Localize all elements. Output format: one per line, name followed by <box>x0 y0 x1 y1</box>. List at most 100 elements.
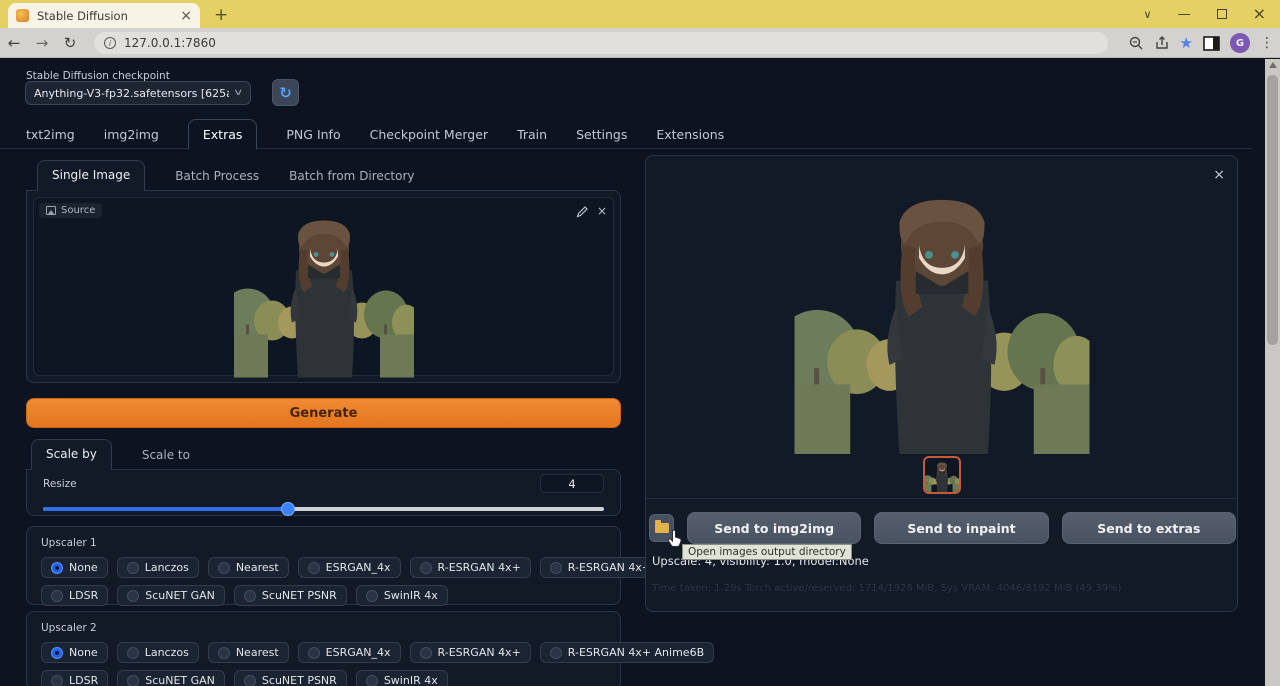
gallery-thumbnail-selected[interactable] <box>923 456 961 494</box>
bookmark-star-icon[interactable]: ★ <box>1180 34 1193 52</box>
edit-pencil-icon[interactable] <box>576 205 589 218</box>
favicon-icon <box>16 9 29 22</box>
tab-extras[interactable]: Extras <box>188 119 258 150</box>
send-to-img2img-button[interactable]: Send to img2img <box>687 512 861 544</box>
tab-train[interactable]: Train <box>517 127 547 142</box>
reload-icon[interactable]: ↻ <box>56 34 84 52</box>
upscaler2-option-ldsr[interactable]: LDSR <box>41 670 108 686</box>
chevron-down-icon: ∨ <box>233 88 244 98</box>
radio-icon <box>218 562 230 574</box>
tab-checkpoint-merger[interactable]: Checkpoint Merger <box>370 127 488 142</box>
radio-icon <box>218 647 230 659</box>
slider-handle[interactable] <box>281 502 295 516</box>
sd-webui: Stable Diffusion checkpoint Anything-V3-… <box>0 59 1265 686</box>
send-to-extras-button[interactable]: Send to extras <box>1062 512 1236 544</box>
refresh-icon: ↻ <box>279 84 292 102</box>
browser-tab[interactable]: Stable Diffusion × <box>8 3 200 28</box>
share-icon[interactable] <box>1154 35 1170 51</box>
upscaler2-option-scunet-gan[interactable]: ScuNET GAN <box>117 670 225 686</box>
url-text[interactable]: 127.0.0.1:7860 <box>124 36 216 50</box>
site-info-icon[interactable]: i <box>104 37 116 49</box>
upscaler2-option-swinir4x[interactable]: SwinIR 4x <box>356 670 448 686</box>
new-tab-button[interactable]: + <box>214 5 228 25</box>
tab-close-icon[interactable]: × <box>180 9 192 23</box>
clear-image-icon[interactable]: × <box>597 204 607 218</box>
main-tabs: txt2img img2img Extras PNG Info Checkpoi… <box>26 119 724 149</box>
slider-fill <box>43 507 288 511</box>
upscaler1-option-ldsr[interactable]: LDSR <box>41 585 108 606</box>
page-scrollbar[interactable] <box>1265 59 1280 686</box>
browser-tabstrip: Stable Diffusion × + ∨ — × <box>0 0 1280 28</box>
send-to-inpaint-button[interactable]: Send to inpaint <box>874 512 1048 544</box>
upscaler2-panel: Upscaler 2 None Lanczos Nearest ESRGAN_4… <box>26 611 621 686</box>
resize-value-input[interactable] <box>540 474 604 493</box>
gallery-thumbnails <box>646 456 1237 494</box>
upscaler1-option-resrgan4x[interactable]: R-ESRGAN 4x+ <box>410 557 531 578</box>
window-controls: ∨ — × <box>1144 0 1280 28</box>
upscaler2-option-nearest[interactable]: Nearest <box>208 642 289 663</box>
extras-subtabs: Single Image Batch Process Batch from Di… <box>37 162 415 191</box>
upscaler1-option-nearest[interactable]: Nearest <box>208 557 289 578</box>
gallery-divider <box>646 498 1237 499</box>
upscaler1-option-scunet-psnr[interactable]: ScuNET PSNR <box>234 585 347 606</box>
tab-txt2img[interactable]: txt2img <box>26 127 75 142</box>
radio-icon <box>308 647 320 659</box>
subtab-single-image[interactable]: Single Image <box>37 160 145 191</box>
resize-label: Resize <box>43 478 77 490</box>
source-chip: Source <box>39 203 102 218</box>
image-icon <box>46 206 56 215</box>
tab-img2img[interactable]: img2img <box>104 127 159 142</box>
radio-icon <box>366 675 378 686</box>
url-bar[interactable]: i 127.0.0.1:7860 <box>94 32 1108 54</box>
generate-button[interactable]: Generate <box>26 398 621 428</box>
tab-settings[interactable]: Settings <box>576 127 627 142</box>
upscaler2-option-scunet-psnr[interactable]: ScuNET PSNR <box>234 670 347 686</box>
upscaler1-option-scunet-gan[interactable]: ScuNET GAN <box>117 585 225 606</box>
upscaler2-label: Upscaler 2 <box>41 622 97 634</box>
scrollbar-thumb[interactable] <box>1267 75 1278 345</box>
resize-slider[interactable] <box>43 502 604 516</box>
side-panel-icon[interactable] <box>1203 36 1220 51</box>
close-icon[interactable]: × <box>1253 6 1266 22</box>
mouse-cursor-hand <box>667 529 683 547</box>
menu-kebab-icon[interactable]: ⋮ <box>1260 35 1274 51</box>
output-directory-tooltip: Open images output directory <box>682 544 852 560</box>
scrollbar-up-arrow[interactable] <box>1269 62 1277 68</box>
upscaler2-option-esrgan4x[interactable]: ESRGAN_4x <box>298 642 401 663</box>
source-image <box>234 196 414 377</box>
profile-avatar[interactable]: G <box>1230 33 1250 53</box>
forward-icon[interactable]: → <box>28 34 56 52</box>
upscaler1-option-swinir4x[interactable]: SwinIR 4x <box>356 585 448 606</box>
radio-icon <box>51 590 63 602</box>
upscaler1-option-none[interactable]: None <box>41 557 108 578</box>
maximize-icon[interactable] <box>1217 9 1227 19</box>
result-image[interactable] <box>794 161 1089 454</box>
subtab-batch-from-directory[interactable]: Batch from Directory <box>289 169 414 191</box>
radio-icon <box>127 647 139 659</box>
upscaler2-option-resrgan4x[interactable]: R-ESRGAN 4x+ <box>410 642 531 663</box>
radio-selected-icon <box>51 647 63 659</box>
tab-title: Stable Diffusion <box>37 9 172 23</box>
subtab-scale-by[interactable]: Scale by <box>31 439 112 470</box>
upscaler1-option-esrgan4x[interactable]: ESRGAN_4x <box>298 557 401 578</box>
radio-icon <box>127 675 139 686</box>
minimize-icon[interactable]: — <box>1178 8 1191 21</box>
subtab-scale-to[interactable]: Scale to <box>142 448 190 470</box>
refresh-checkpoint-button[interactable]: ↻ <box>272 79 299 106</box>
tab-png-info[interactable]: PNG Info <box>286 127 340 142</box>
upscaler1-option-lanczos[interactable]: Lanczos <box>117 557 199 578</box>
upscaler2-option-none[interactable]: None <box>41 642 108 663</box>
zoom-icon[interactable] <box>1128 35 1144 51</box>
source-image-dropzone[interactable]: Source × <box>33 197 614 376</box>
radio-selected-icon <box>51 562 63 574</box>
scale-by-panel: Resize <box>26 469 621 516</box>
back-icon[interactable]: ← <box>0 34 28 52</box>
tab-extensions[interactable]: Extensions <box>656 127 724 142</box>
upscaler2-option-lanczos[interactable]: Lanczos <box>117 642 199 663</box>
checkpoint-dropdown[interactable]: Anything-V3-fp32.safetensors [625a2ba2] … <box>25 81 251 105</box>
upscaler2-option-resrgan-anime6b[interactable]: R-ESRGAN 4x+ Anime6B <box>540 642 714 663</box>
gallery-close-icon[interactable]: × <box>1213 168 1225 182</box>
tab-search-icon[interactable]: ∨ <box>1144 9 1152 20</box>
radio-icon <box>244 675 256 686</box>
subtab-batch-process[interactable]: Batch Process <box>175 169 259 191</box>
